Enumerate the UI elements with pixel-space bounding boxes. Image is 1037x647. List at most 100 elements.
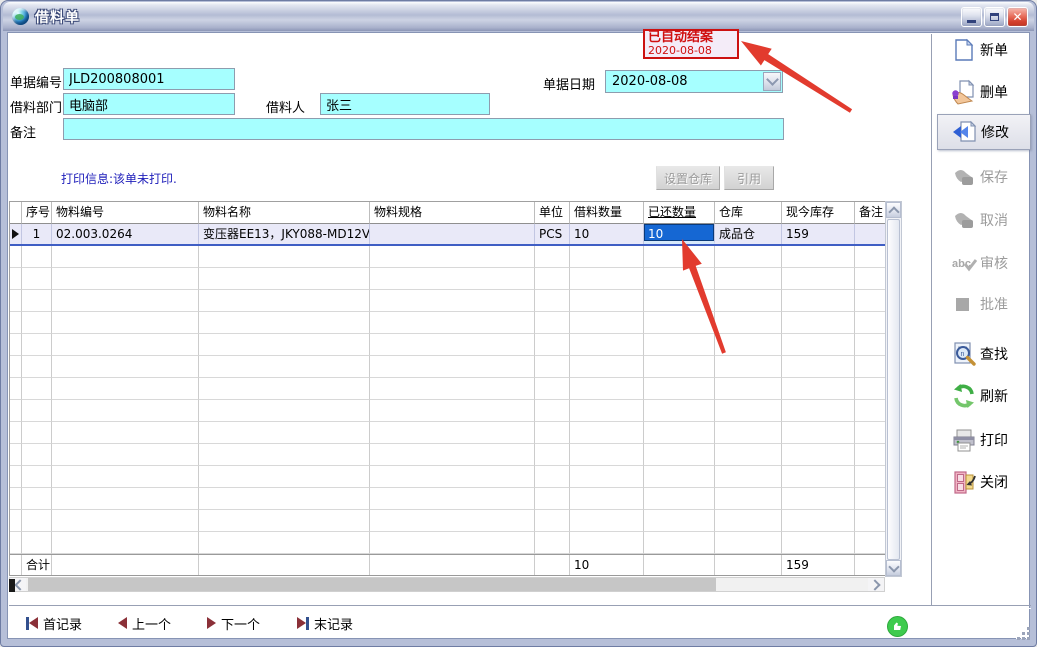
cell-empty[interactable] bbox=[199, 290, 370, 312]
cell-empty[interactable] bbox=[52, 356, 199, 378]
cell-empty[interactable] bbox=[570, 268, 644, 290]
cell-empty[interactable] bbox=[199, 510, 370, 532]
cell-empty[interactable] bbox=[715, 290, 782, 312]
cell-empty[interactable] bbox=[782, 532, 855, 554]
grid-header-name[interactable]: 物料名称 bbox=[199, 202, 370, 224]
cell-empty[interactable] bbox=[782, 378, 855, 400]
cell-empty[interactable] bbox=[10, 510, 22, 532]
cell-empty[interactable] bbox=[52, 378, 199, 400]
cell-empty[interactable] bbox=[644, 532, 715, 554]
cell-empty[interactable] bbox=[855, 422, 886, 444]
set-warehouse-button[interactable]: 设置仓库 bbox=[656, 166, 720, 190]
minimize-button[interactable] bbox=[961, 7, 982, 27]
cell-empty[interactable] bbox=[10, 488, 22, 510]
table-row-empty[interactable] bbox=[10, 488, 886, 510]
table-row-empty[interactable] bbox=[10, 312, 886, 334]
grid-header-seq[interactable]: 序号 bbox=[22, 202, 52, 224]
cell-empty[interactable] bbox=[855, 290, 886, 312]
cell-empty[interactable] bbox=[199, 532, 370, 554]
nav-last-record[interactable]: 末记录 bbox=[297, 613, 353, 633]
cell-empty[interactable] bbox=[52, 312, 199, 334]
cell-empty[interactable] bbox=[782, 466, 855, 488]
cell-empty[interactable] bbox=[22, 268, 52, 290]
cell-empty[interactable] bbox=[570, 488, 644, 510]
cell-empty[interactable] bbox=[782, 290, 855, 312]
cell-empty[interactable] bbox=[22, 312, 52, 334]
cell-empty[interactable] bbox=[22, 246, 52, 268]
cell-empty[interactable] bbox=[644, 488, 715, 510]
cell-empty[interactable] bbox=[715, 400, 782, 422]
cell-borrow_qty[interactable]: 10 bbox=[570, 224, 644, 244]
sidebar-button-refresh[interactable]: 刷新 bbox=[937, 378, 1031, 414]
cell-empty[interactable] bbox=[10, 378, 22, 400]
cell-empty[interactable] bbox=[535, 466, 570, 488]
nav-next-record[interactable]: 下一个 bbox=[207, 613, 260, 633]
cell-empty[interactable] bbox=[715, 356, 782, 378]
doc-date-combo[interactable]: 2020-08-08 bbox=[605, 70, 783, 93]
cell-empty[interactable] bbox=[715, 510, 782, 532]
cell-empty[interactable] bbox=[52, 290, 199, 312]
cell-empty[interactable] bbox=[782, 400, 855, 422]
cell-empty[interactable] bbox=[52, 422, 199, 444]
cell-empty[interactable] bbox=[535, 510, 570, 532]
cell-empty[interactable] bbox=[715, 444, 782, 466]
cell-empty[interactable] bbox=[10, 334, 22, 356]
cell-empty[interactable] bbox=[199, 378, 370, 400]
cell-empty[interactable] bbox=[370, 356, 535, 378]
table-row[interactable]: 102.003.0264变压器EE13，JKY088-MD12VPCS1010成… bbox=[10, 224, 886, 246]
cell-empty[interactable] bbox=[855, 246, 886, 268]
nav-first-record[interactable]: 首记录 bbox=[26, 613, 82, 633]
cell-empty[interactable] bbox=[199, 466, 370, 488]
cell-empty[interactable] bbox=[52, 334, 199, 356]
sidebar-button-print[interactable]: 打印 bbox=[937, 422, 1031, 458]
table-row-empty[interactable] bbox=[10, 466, 886, 488]
grid-header-borrow_qty[interactable]: 借料数量 bbox=[570, 202, 644, 224]
cell-empty[interactable] bbox=[715, 422, 782, 444]
cell-empty[interactable] bbox=[644, 400, 715, 422]
cell-empty[interactable] bbox=[22, 400, 52, 422]
cell-empty[interactable] bbox=[10, 532, 22, 554]
cell-empty[interactable] bbox=[855, 510, 886, 532]
cell-empty[interactable] bbox=[715, 488, 782, 510]
cell-empty[interactable] bbox=[199, 422, 370, 444]
cell-empty[interactable] bbox=[199, 400, 370, 422]
grid-header-warehouse[interactable]: 仓库 bbox=[715, 202, 782, 224]
cell-empty[interactable] bbox=[52, 488, 199, 510]
cell-empty[interactable] bbox=[782, 356, 855, 378]
sidebar-button-search[interactable]: n查找 bbox=[937, 336, 1031, 372]
cell-empty[interactable] bbox=[570, 334, 644, 356]
cell-empty[interactable] bbox=[535, 444, 570, 466]
quote-button[interactable]: 引用 bbox=[724, 166, 774, 190]
grid-header-stock[interactable]: 现今库存 bbox=[782, 202, 855, 224]
cell-empty[interactable] bbox=[370, 532, 535, 554]
cell-empty[interactable] bbox=[535, 532, 570, 554]
cell-empty[interactable] bbox=[52, 400, 199, 422]
cell-empty[interactable] bbox=[370, 422, 535, 444]
cell-empty[interactable] bbox=[782, 510, 855, 532]
cell-empty[interactable] bbox=[535, 312, 570, 334]
cell-empty[interactable] bbox=[52, 444, 199, 466]
cell-empty[interactable] bbox=[644, 422, 715, 444]
cell-empty[interactable] bbox=[782, 488, 855, 510]
cell-empty[interactable] bbox=[10, 312, 22, 334]
cell-empty[interactable] bbox=[644, 312, 715, 334]
cell-spec[interactable] bbox=[370, 224, 535, 244]
doc-date-dropdown-button[interactable] bbox=[763, 72, 781, 91]
cell-empty[interactable] bbox=[22, 466, 52, 488]
table-row-empty[interactable] bbox=[10, 246, 886, 268]
cell-empty[interactable] bbox=[22, 356, 52, 378]
cell-empty[interactable] bbox=[535, 400, 570, 422]
borrower-field[interactable] bbox=[320, 93, 490, 115]
cell-empty[interactable] bbox=[715, 334, 782, 356]
cell-unit[interactable]: PCS bbox=[535, 224, 570, 244]
cell-empty[interactable] bbox=[370, 378, 535, 400]
grid-horizontal-scrollbar[interactable] bbox=[9, 577, 885, 592]
cell-empty[interactable] bbox=[644, 510, 715, 532]
sidebar-button-close-door[interactable]: 关闭 bbox=[937, 464, 1031, 500]
cell-empty[interactable] bbox=[715, 312, 782, 334]
cell-warehouse[interactable]: 成品仓 bbox=[715, 224, 782, 244]
table-row-empty[interactable] bbox=[10, 422, 886, 444]
sidebar-button-modify[interactable]: 修改 bbox=[937, 114, 1031, 150]
cell-empty[interactable] bbox=[715, 532, 782, 554]
cell-empty[interactable] bbox=[644, 378, 715, 400]
